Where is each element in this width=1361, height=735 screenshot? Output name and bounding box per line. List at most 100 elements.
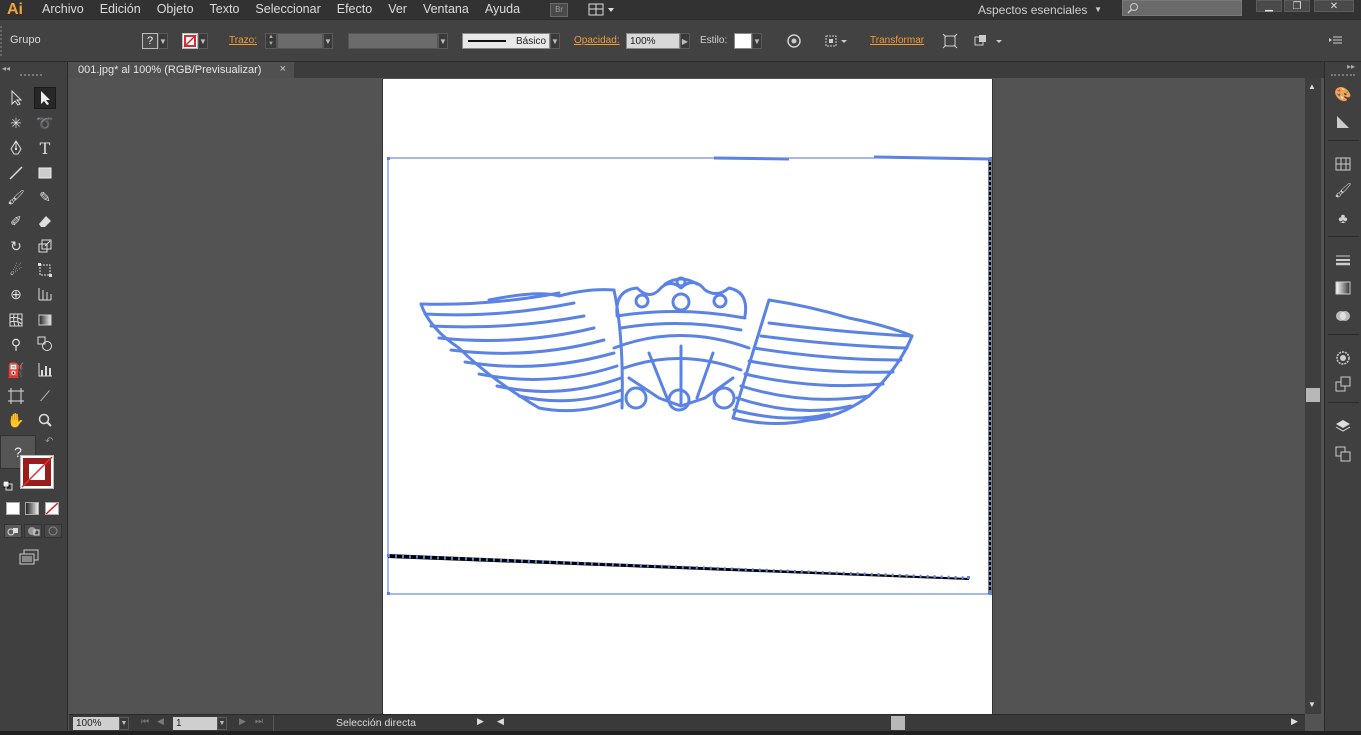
zoom-level-field[interactable]: 100%	[73, 717, 119, 730]
scale-tool[interactable]	[34, 235, 56, 257]
canvas-area[interactable]	[69, 78, 1305, 714]
symbol-sprayer-tool[interactable]: ⛽	[5, 359, 27, 381]
stroke-weight-stepper[interactable]: ▲ ▼	[265, 33, 277, 49]
color-guide-button[interactable]	[1333, 112, 1353, 132]
layers-panel-button[interactable]	[1333, 416, 1353, 436]
chevron-down-icon[interactable]: ▼	[323, 33, 333, 49]
stroke-label[interactable]: Trazo:	[229, 35, 257, 46]
bridge-button[interactable]: Br	[550, 2, 569, 17]
appearance-panel-button[interactable]	[1333, 348, 1353, 368]
color-mode-button[interactable]	[6, 502, 20, 515]
minimize-button[interactable]: ▁	[1256, 0, 1282, 12]
menu-edicion[interactable]: Edición	[92, 0, 149, 19]
menu-objeto[interactable]: Objeto	[149, 0, 202, 19]
zoom-tool[interactable]	[34, 409, 56, 431]
hand-tool[interactable]: ✋	[5, 409, 27, 431]
collapse-panel-icon[interactable]: ◂◂	[2, 64, 10, 73]
help-search-input[interactable]	[1122, 0, 1242, 16]
menu-efecto[interactable]: Efecto	[329, 0, 380, 19]
default-fill-stroke-icon[interactable]	[2, 480, 13, 491]
rectangle-tool[interactable]	[34, 162, 56, 184]
variable-width-field[interactable]	[348, 33, 438, 49]
perspective-grid-tool[interactable]	[34, 283, 56, 305]
opacity-panel-link[interactable]: Opacidad:	[574, 35, 620, 46]
eyedropper-tool[interactable]: ⚲	[5, 333, 27, 355]
style-swatch[interactable]	[734, 33, 752, 49]
lasso-tool[interactable]: ➰	[34, 112, 56, 134]
direct-selection-tool[interactable]	[34, 87, 56, 109]
menu-ver[interactable]: Ver	[380, 0, 415, 19]
free-transform-tool[interactable]	[34, 259, 56, 281]
close-window-button[interactable]: ✕	[1314, 0, 1354, 12]
paintbrush-tool[interactable]: 🖌	[5, 186, 27, 208]
fill-swatch[interactable]: ?	[142, 33, 158, 49]
symbols-panel-button[interactable]: ♣	[1333, 208, 1353, 228]
gradient-panel-button[interactable]	[1333, 278, 1353, 298]
stroke-swatch-large[interactable]	[20, 455, 54, 489]
scroll-right-icon[interactable]: ▶	[1291, 716, 1298, 727]
menu-texto[interactable]: Texto	[202, 0, 248, 19]
mesh-tool[interactable]	[5, 309, 27, 331]
stroke-weight-input[interactable]	[277, 33, 323, 49]
artboard-number-field[interactable]: 1	[173, 717, 217, 730]
arrange-options-button[interactable]	[972, 33, 1004, 49]
draw-inside-button[interactable]	[44, 524, 62, 538]
transform-panel-link[interactable]: Transformar	[870, 35, 924, 46]
pen-tool[interactable]	[5, 137, 27, 159]
artboards-panel-button[interactable]	[1333, 444, 1353, 464]
previous-artboard-button[interactable]: ◀	[157, 716, 164, 727]
chevron-down-icon[interactable]: ▼	[550, 33, 560, 49]
isolate-group-button[interactable]	[942, 33, 958, 49]
style-control[interactable]: ▼	[734, 33, 762, 49]
chevron-down-icon[interactable]: ▶	[680, 33, 690, 49]
warp-tool[interactable]: ☄	[5, 259, 27, 281]
stroke-weight-control[interactable]: ▲ ▼ ▼	[265, 33, 333, 49]
gradient-mode-button[interactable]	[25, 502, 39, 515]
scroll-down-icon[interactable]: ▼	[1308, 700, 1316, 709]
next-artboard-button[interactable]: ▶	[239, 716, 246, 727]
chevron-down-icon[interactable]: ▼	[158, 33, 168, 49]
vertical-scroll-thumb[interactable]	[1306, 388, 1320, 402]
artboard-dropdown[interactable]: ▼	[217, 717, 227, 730]
stroke-panel-link[interactable]: Trazo:	[229, 35, 257, 46]
swap-fill-stroke-icon[interactable]: ↶	[45, 436, 53, 447]
scroll-left-icon[interactable]: ◀	[497, 716, 504, 727]
menu-archivo[interactable]: Archivo	[34, 0, 92, 19]
variable-width-profile[interactable]: ▼	[348, 33, 448, 49]
arrange-documents-button[interactable]	[588, 2, 616, 18]
brush-definition[interactable]: Básico ▼	[462, 33, 560, 49]
slice-tool[interactable]: ⟋	[34, 385, 56, 407]
align-options-button[interactable]	[824, 33, 850, 49]
draw-normal-button[interactable]	[4, 524, 22, 538]
transparency-panel-button[interactable]	[1333, 306, 1353, 326]
chevron-down-icon[interactable]: ▼	[198, 33, 208, 49]
opacity-control[interactable]: 100% ▶	[626, 33, 690, 49]
status-text[interactable]: Selección directa	[273, 715, 491, 731]
brushes-panel-button[interactable]: 🖌	[1333, 180, 1353, 200]
last-artboard-button[interactable]: ⏭	[255, 716, 263, 727]
first-artboard-button[interactable]: ⏮	[141, 716, 149, 727]
stroke-control[interactable]: ▼	[182, 33, 208, 49]
vertical-scrollbar[interactable]: ▲ ▼	[1305, 78, 1321, 714]
pencil-tool[interactable]: ✎	[34, 186, 56, 208]
gradient-tool[interactable]	[34, 309, 56, 331]
expand-panels-icon[interactable]: ▸▸	[1347, 62, 1355, 71]
type-tool[interactable]: T	[34, 137, 56, 159]
maximize-button[interactable]: ❐	[1284, 0, 1310, 12]
change-screen-mode-button[interactable]	[18, 548, 40, 566]
control-panel-menu-button[interactable]	[1328, 33, 1346, 47]
brush-definition-field[interactable]: Básico	[462, 33, 550, 49]
fill-control[interactable]: ? ▼	[142, 33, 168, 49]
close-tab-button[interactable]: ×	[280, 63, 286, 75]
blend-tool[interactable]	[34, 333, 56, 355]
transform-label[interactable]: Transformar	[870, 35, 924, 46]
zoom-dropdown[interactable]: ▼	[119, 717, 129, 730]
menu-ayuda[interactable]: Ayuda	[477, 0, 528, 19]
artboard-tool[interactable]	[5, 385, 27, 407]
opacity-label[interactable]: Opacidad:	[574, 35, 620, 46]
rotate-tool[interactable]: ↻	[5, 235, 27, 257]
chevron-down-icon[interactable]: ▼	[752, 33, 762, 49]
chevron-down-icon[interactable]: ▼	[438, 33, 448, 49]
graphic-styles-panel-button[interactable]	[1333, 374, 1353, 394]
column-graph-tool[interactable]	[34, 359, 56, 381]
